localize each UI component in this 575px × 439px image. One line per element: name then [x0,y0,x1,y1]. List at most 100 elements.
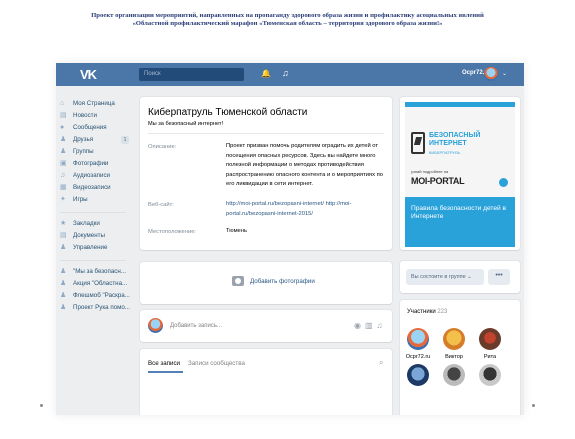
member-name[interactable]: Рита [474,354,506,360]
sidebar-item-bookmarks[interactable]: ★ Закладки [60,218,132,230]
sidebar-item-audio[interactable]: ♫ Аудиозаписи [60,170,132,182]
sidebar-item-label: Аудиозаписи [73,172,111,179]
sidebar-group-item[interactable]: ♟ Флешмоб "Раскра... [60,290,132,302]
new-post-card: Добавить запись... ◉▥♫ [140,310,392,342]
slide-header: Проект организации мероприятий, направле… [0,0,575,46]
sidebar-item-my-page[interactable]: ⌂ Моя Страница [60,98,132,110]
avatar[interactable] [443,364,465,386]
group-icon: ♟ [60,268,67,275]
sidebar-item-label: Сообщения [73,124,107,131]
website-label: Веб-сайт: [148,202,174,208]
sidebar-item-documents[interactable]: ▤ Документы [60,230,132,242]
member-name[interactable]: Виктор [438,354,470,360]
cover-band [405,102,515,107]
group-icon: ♟ [60,280,67,287]
avatar[interactable] [479,364,501,386]
location-label: Местоположение: [148,229,197,235]
cover-image: БЕЗОПАСНЫЙ ИНТЕРНЕТ КИБЕРПАТРУЛЬ узнай п… [405,102,515,197]
tab-community-posts[interactable]: Записи сообщества [188,360,245,367]
bookmarks-icon: ★ [60,220,67,227]
slide-bullet-dot [40,404,43,407]
description-label: Описание: [148,144,177,150]
vk-logo[interactable]: VK [80,67,97,82]
sidebar-group-item[interactable]: ♟ Проект Рука помо... [60,302,132,314]
sidebar-item-label: Проект Рука помо... [73,304,130,311]
games-icon: ✦ [60,196,66,203]
search-icon[interactable]: ⌕ [379,358,383,368]
audio-icon: ♫ [60,172,66,179]
sidebar-item-manage[interactable]: ♟ Управление [60,242,132,254]
avatar[interactable] [479,328,501,350]
sidebar-item-news[interactable]: ▤ Новости [60,110,132,122]
sidebar-item-games[interactable]: ✦ Игры [60,194,132,206]
sidebar-group-item[interactable]: ♟ "Мы за безопасн... [60,266,132,278]
tab-all-posts[interactable]: Все записи [148,360,180,367]
wall-card: Все записи Записи сообщества ⌕ [140,349,392,415]
members-title-label: Участники [407,309,436,315]
slide-bullet-dot [532,404,535,407]
group-cover-card[interactable]: БЕЗОПАСНЫЙ ИНТЕРНЕТ КИБЕРПАТРУЛЬ узнай п… [400,97,520,250]
slide-title-line-1: Проект организации мероприятий, направле… [91,12,484,19]
members-title[interactable]: Участники 223 [407,309,447,315]
music-icon[interactable]: ♫ [282,68,289,78]
sidebar-item-label: Видеозаписи [73,184,111,191]
sidebar-item-label: Новости [73,112,97,119]
photos-icon: ▣ [60,160,67,167]
sidebar-item-messages[interactable]: ● Сообщения [60,122,132,134]
group-icon: ♟ [60,304,67,311]
avatar [148,318,163,333]
camera-icon [232,276,244,286]
location-value: Тюмень [226,228,247,234]
membership-card: Вы состоите в группе ⌄ ••• [400,261,520,293]
divider [148,133,384,134]
sidebar-item-groups[interactable]: ♟ Группы [60,146,132,158]
cyberpatrol-emblem-icon [411,132,425,154]
chevron-down-icon[interactable]: ⌄ [502,70,507,77]
avatar[interactable] [407,364,429,386]
attach-icons[interactable]: ◉▥♫ [354,321,387,330]
cover-caption: Правила безопасности детей в Интернете [411,205,507,220]
news-icon: ▤ [60,112,67,119]
sidebar-item-video[interactable]: ▦ Видеозаписи [60,182,132,194]
group-profile-card: Киберпатруль Тюменской области Мы за без… [140,97,392,250]
sidebar-item-label: Группы [73,148,94,155]
sidebar-item-friends[interactable]: ♟ Друзья 1 [60,134,132,146]
sidebar-group-item[interactable]: ♟ Акция "Областна... [60,278,132,290]
sidebar-item-label: Друзья [73,136,94,143]
sidebar-item-label: Документы [73,232,105,239]
home-icon: ⌂ [60,100,65,107]
messages-icon: ● [60,124,65,131]
sidebar-divider [60,212,126,213]
groups-icon: ♟ [60,148,67,155]
membership-button[interactable]: Вы состоите в группе ⌄ [406,269,484,285]
website-link[interactable]: http://moi-portal.ru/bezopasni-internet/… [226,200,386,219]
manage-icon: ♟ [60,244,67,251]
search-input[interactable]: Поиск [139,68,244,81]
add-photos-card[interactable]: Добавить фотографии [140,262,392,304]
avatar[interactable] [443,328,465,350]
post-input[interactable]: Добавить запись... [170,323,222,329]
active-tab-indicator [148,371,183,373]
group-status: Мы за безопасный интернет! [148,121,223,127]
cover-title: БЕЗОПАСНЫЙ ИНТЕРНЕТ [429,132,481,147]
add-photos-label[interactable]: Добавить фотографии [250,278,315,285]
sidebar-item-photos[interactable]: ▣ Фотографии [60,158,132,170]
more-button[interactable]: ••• [488,269,510,285]
description-text: Проект призван помочь родителям оградить… [226,143,383,188]
sidebar-item-label: "Мы за безопасн... [73,268,126,275]
members-card: Участники 223 Ocpr72.ru Виктор Рита [400,300,520,415]
members-count: 223 [437,309,448,315]
avatar[interactable] [407,328,429,350]
top-bar: VK Поиск 🔔 ♫ Ocpr72.ru ⌄ [56,63,524,86]
documents-icon: ▤ [60,232,67,239]
slide-title-line-2: «Областной профилактический марафон «Тюм… [132,20,443,27]
user-avatar[interactable] [484,67,498,81]
notifications-bell-icon[interactable]: 🔔 [261,69,271,78]
group-icon: ♟ [60,292,67,299]
sidebar-item-label: Закладки [73,220,100,227]
member-name[interactable]: Ocpr72.ru [402,354,434,360]
sidebar-item-label: Акция "Областна... [73,280,128,287]
cover-note: узнай подробнее на [411,169,449,174]
cover-subtitle: КИБЕРПАТРУЛЬ [429,150,461,155]
friends-count-badge: 1 [121,136,129,144]
